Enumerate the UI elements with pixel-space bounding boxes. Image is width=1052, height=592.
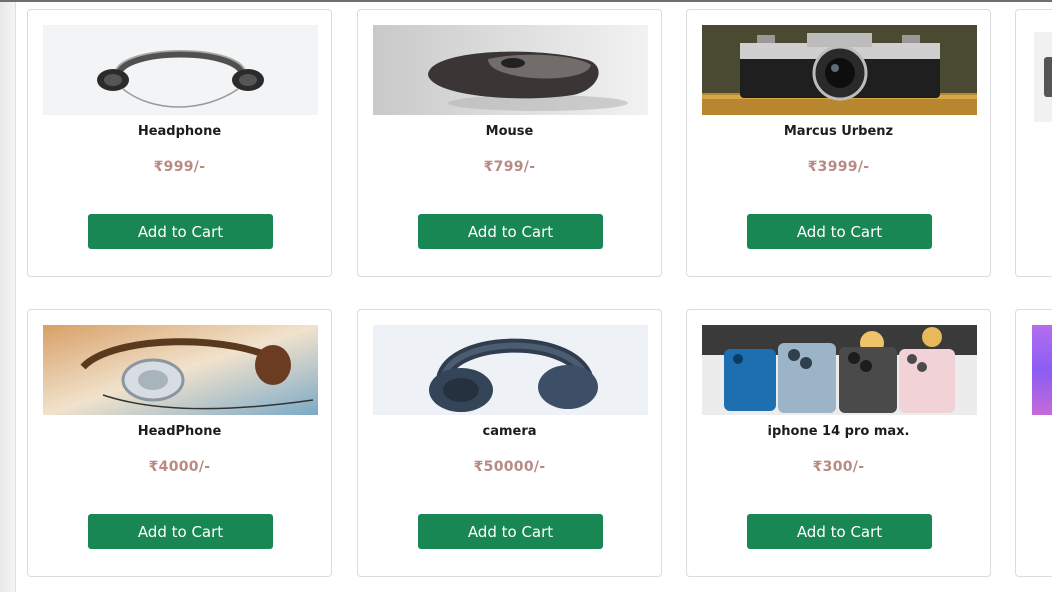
page-left-edge: [0, 0, 16, 592]
product-title: iphone 14 pro max.: [767, 424, 910, 439]
product-title: camera: [482, 424, 537, 439]
product-card: Mouse ₹799/- Add to Cart: [357, 9, 662, 277]
product-card: HeadPhone ₹4000/- Add to Cart: [27, 309, 332, 577]
product-card: iphone 14 pro max. ₹300/- Add to Cart: [686, 309, 991, 577]
product-image-mouse[interactable]: [373, 25, 648, 115]
product-card: Headphone ₹999/- Add to Cart: [27, 9, 332, 277]
camera-image: [702, 25, 977, 115]
product-card: camera ₹50000/- Add to Cart: [357, 309, 662, 577]
product-image-phones[interactable]: [702, 325, 977, 415]
add-to-cart-button[interactable]: Add to Cart: [88, 514, 273, 549]
product-card-partial: [1015, 309, 1052, 577]
headphone-image: [43, 25, 318, 115]
product-price: ₹799/-: [483, 159, 536, 175]
add-to-cart-button[interactable]: Add to Cart: [747, 514, 932, 549]
product-title: HeadPhone: [137, 424, 222, 439]
product-price: ₹300/-: [812, 459, 865, 475]
product-image-headphone-2[interactable]: [43, 325, 318, 415]
product-card: Marcus Urbenz ₹3999/- Add to Cart: [686, 9, 991, 277]
product-title: Mouse: [485, 124, 534, 139]
product-image-partial: [1032, 325, 1052, 415]
product-title: Marcus Urbenz: [783, 124, 894, 139]
product-price: ₹999/-: [153, 159, 206, 175]
product-card-partial: [1015, 9, 1052, 277]
add-to-cart-button[interactable]: Add to Cart: [418, 514, 603, 549]
product-price: ₹4000/-: [148, 459, 211, 475]
add-to-cart-button[interactable]: Add to Cart: [88, 214, 273, 249]
product-image-camera[interactable]: [702, 25, 977, 115]
add-to-cart-button[interactable]: Add to Cart: [418, 214, 603, 249]
add-to-cart-button[interactable]: Add to Cart: [747, 214, 932, 249]
phones-image: [702, 325, 977, 415]
product-price: ₹3999/-: [807, 159, 870, 175]
mouse-image: [373, 25, 648, 115]
headphone-image: [43, 325, 318, 415]
headphone-image: [373, 325, 648, 415]
product-title: Headphone: [137, 124, 222, 139]
product-image-partial: [1034, 32, 1052, 122]
product-image-headphone[interactable]: [43, 25, 318, 115]
product-price: ₹50000/-: [473, 459, 546, 475]
product-image-headset[interactable]: [373, 325, 648, 415]
page-top-edge: [0, 0, 1052, 2]
